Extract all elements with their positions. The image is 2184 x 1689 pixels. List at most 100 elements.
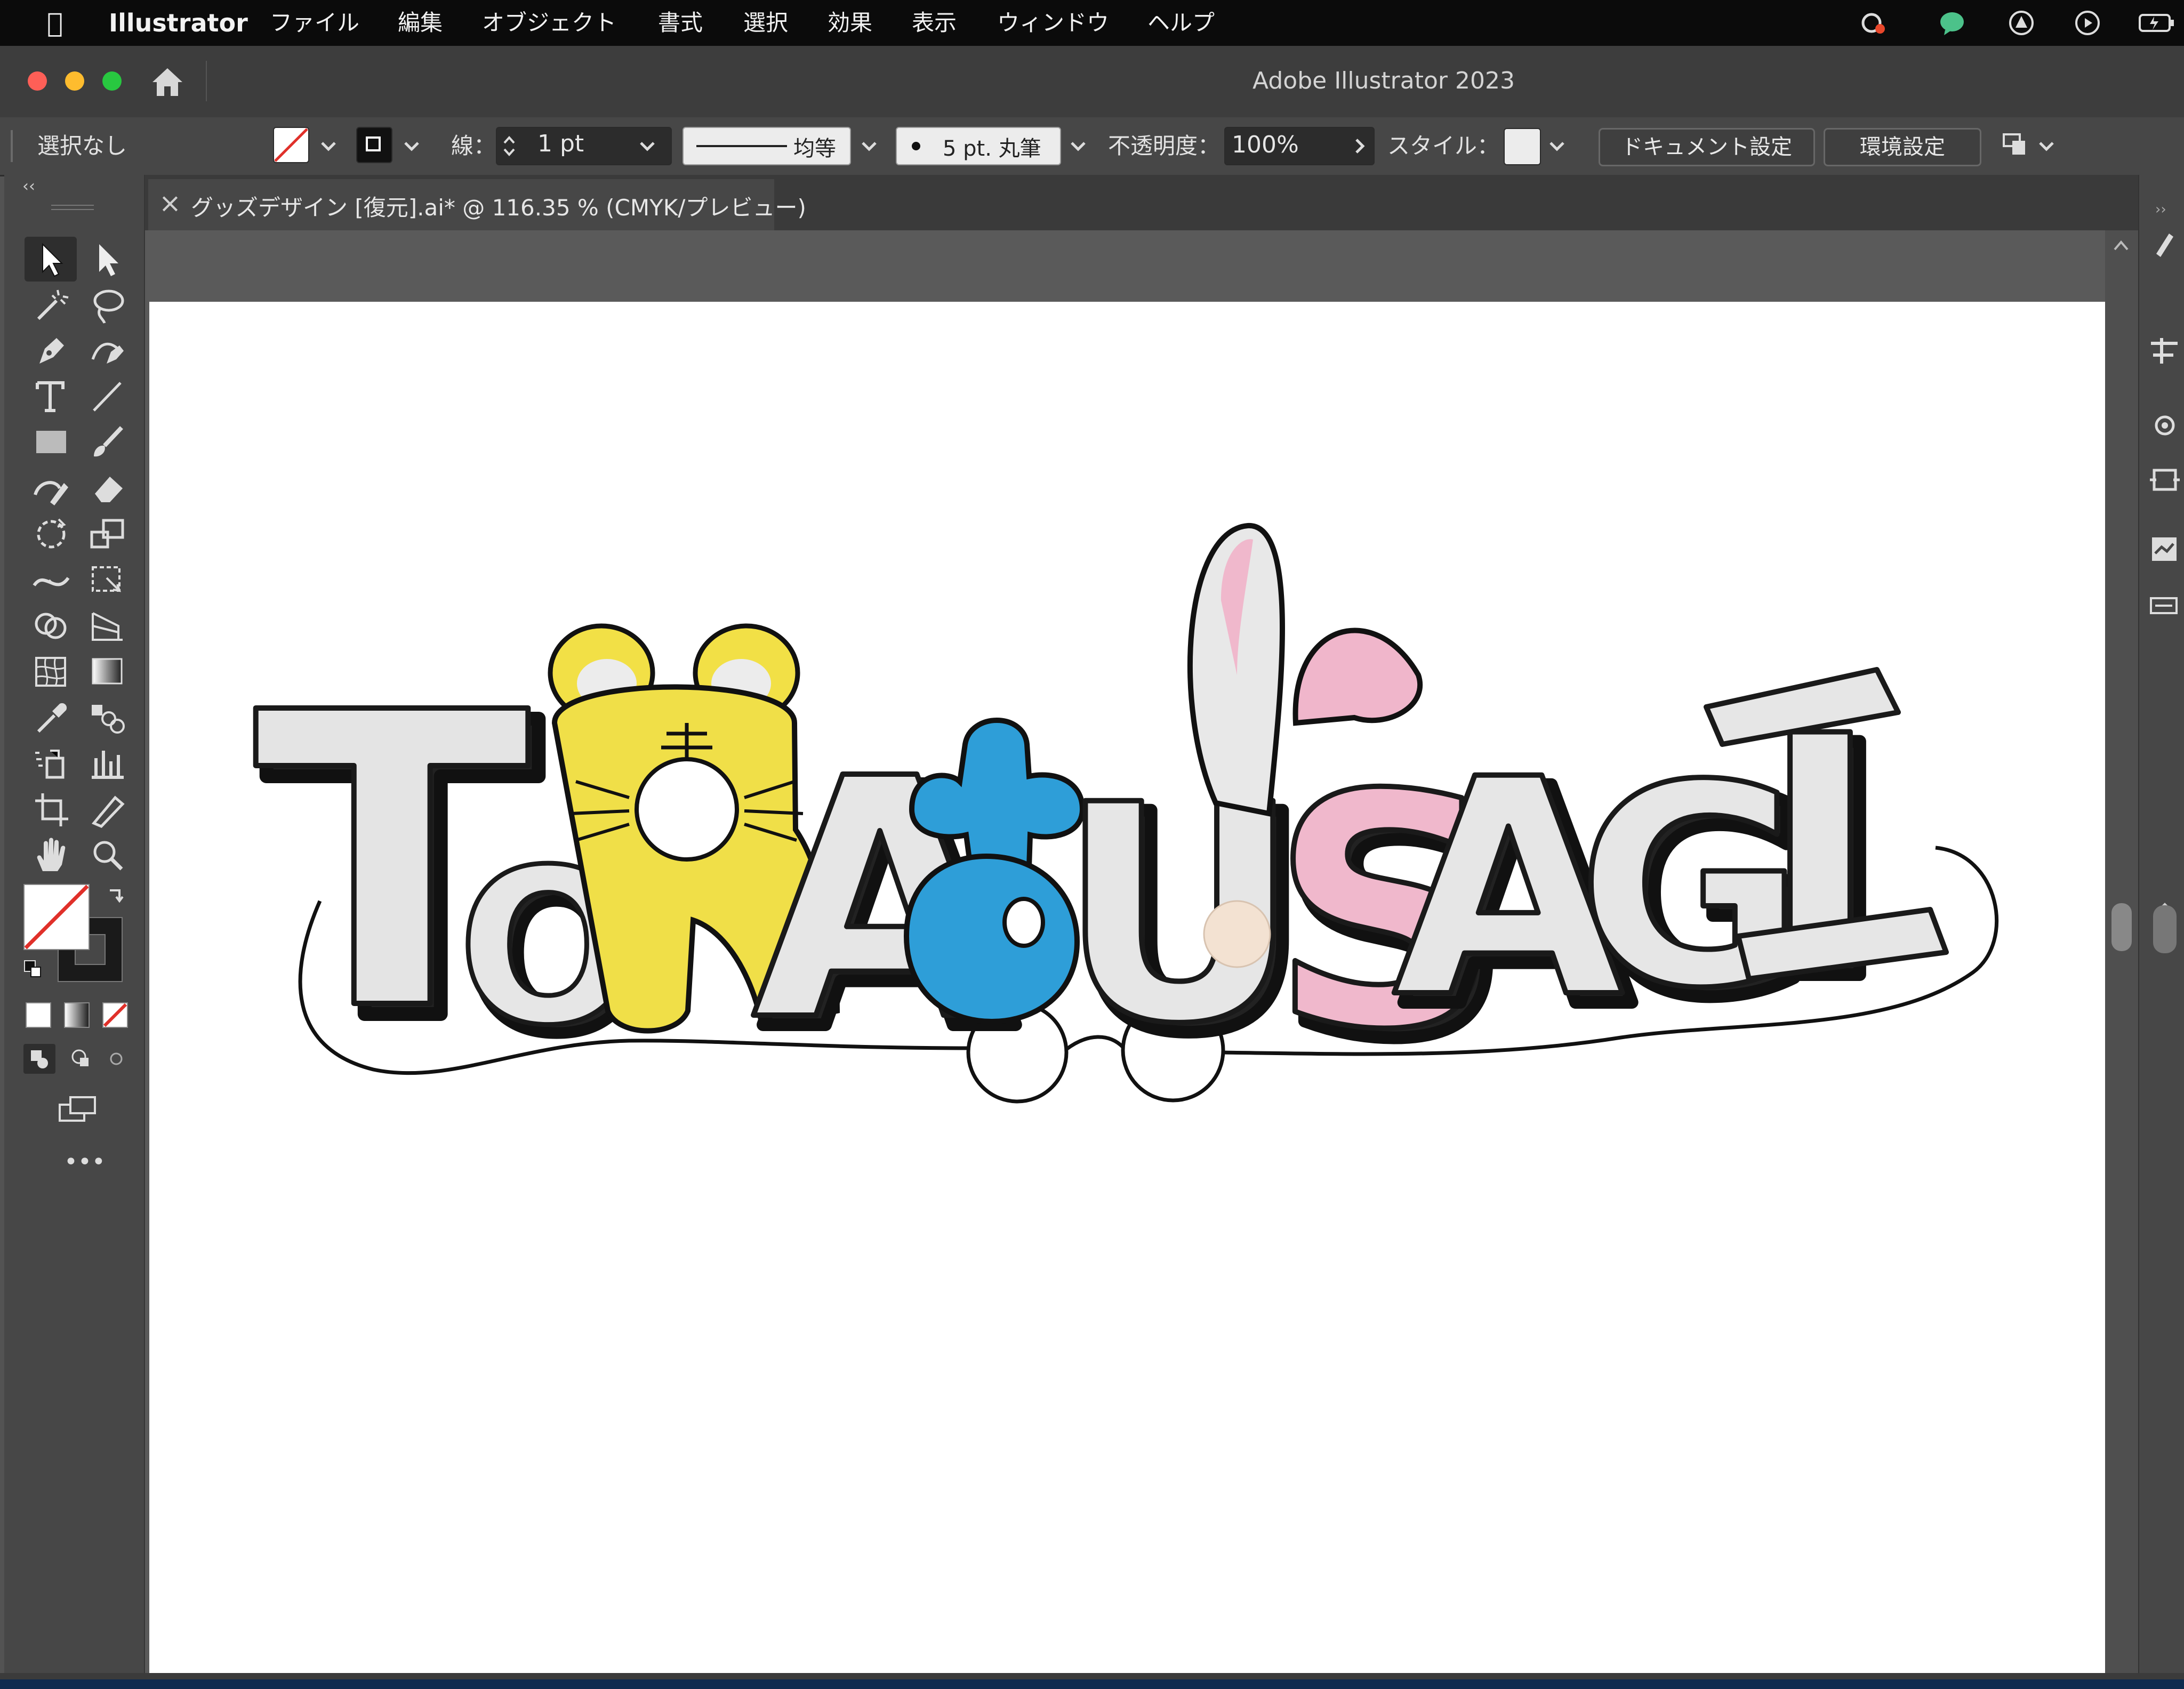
collapse-panel-icon[interactable]: ‹‹ (22, 177, 35, 196)
preferences-button[interactable]: 環境設定 (1824, 128, 1981, 166)
artboard-tool[interactable] (29, 788, 74, 831)
document-tab[interactable]: × グッズデザイン [復元].ai* @ 116.35 % (CMYK/プレビュ… (148, 179, 806, 230)
stroke-label: 線： (451, 133, 496, 159)
fill-color-box-front[interactable] (23, 884, 90, 950)
selection-status: 選択なし (37, 133, 127, 159)
align-panel-icon[interactable] (2146, 335, 2183, 367)
chevron-right-icon[interactable] (1349, 135, 1370, 157)
scale-tool[interactable] (85, 513, 130, 556)
direct-selection-tool[interactable] (85, 238, 130, 280)
menu-view[interactable]: 表示 (912, 0, 957, 46)
zoom-tool[interactable] (85, 834, 130, 876)
menu-window[interactable]: ウィンドウ (997, 0, 1109, 46)
menu-file[interactable]: ファイル (270, 0, 359, 46)
chevron-down-icon[interactable] (1546, 135, 1568, 157)
chevron-down-icon[interactable] (2036, 135, 2057, 157)
menu-help[interactable]: ヘルプ (1147, 0, 1215, 46)
menu-effect[interactable]: 効果 (828, 0, 872, 46)
menu-object[interactable]: オブジェクト (482, 0, 616, 46)
draw-normal-button[interactable] (23, 1044, 55, 1074)
screen-mode-icon[interactable] (55, 1092, 100, 1129)
rectangle-tool[interactable] (29, 421, 74, 464)
free-transform-tool[interactable] (85, 559, 130, 601)
libraries-panel-icon[interactable] (2146, 532, 2183, 566)
draw-inside-icon[interactable] (106, 1048, 127, 1069)
blend-tool[interactable] (85, 696, 130, 739)
grip-handle[interactable] (51, 205, 94, 210)
app-menu[interactable]: Illustrator (109, 0, 248, 46)
stroke-weight-field[interactable]: 1 pt (496, 127, 672, 165)
wordmark[interactable]: T T O O A A U U S S A A G G I I (251, 522, 1949, 1117)
tools-panel: ‹‹ ••• (4, 175, 145, 1685)
more-tools-icon[interactable]: ••• (64, 1148, 106, 1176)
symbols-panel-icon[interactable] (2146, 591, 2183, 620)
apple-icon[interactable]:  (47, 0, 63, 46)
gradient-tool[interactable] (85, 650, 130, 693)
play-circle-icon[interactable] (2074, 10, 2101, 36)
color-mode-button[interactable] (26, 1002, 51, 1028)
shape-builder-tool[interactable] (29, 605, 74, 647)
scroll-up-arrow-icon[interactable] (2110, 236, 2132, 255)
chevron-down-icon[interactable] (401, 135, 422, 157)
slice-tool[interactable] (85, 788, 130, 831)
vertical-scrollbar-thumb[interactable] (2153, 905, 2177, 953)
grip-handle[interactable] (11, 130, 13, 162)
transform-panel-icon[interactable] (2146, 463, 2183, 497)
menu-edit[interactable]: 編集 (398, 0, 443, 46)
opacity-field[interactable]: 100% (1224, 127, 1375, 165)
bunny-tail[interactable] (1203, 900, 1271, 968)
chevron-down-icon[interactable] (858, 135, 880, 157)
mesh-tool[interactable] (29, 650, 74, 693)
draw-behind-icon[interactable] (68, 1046, 94, 1072)
curvature-tool[interactable] (85, 329, 130, 372)
chevron-down-icon[interactable] (637, 135, 658, 157)
vertical-scrollbar-track[interactable] (2105, 230, 2138, 1673)
swap-fill-stroke-icon[interactable] (106, 884, 127, 905)
column-graph-tool[interactable] (85, 742, 130, 785)
eyedropper-tool[interactable] (29, 696, 74, 739)
battery-icon (2139, 14, 2174, 32)
user-sync-icon[interactable] (2008, 10, 2035, 36)
brush-definition-dropdown[interactable]: 5 pt. 丸筆 (896, 127, 1061, 165)
menu-type[interactable]: 書式 (658, 0, 703, 46)
chat-icon[interactable] (1939, 10, 1965, 36)
stroke-profile-dropdown[interactable]: 均等 (682, 127, 851, 165)
none-mode-button[interactable] (102, 1002, 128, 1028)
canvas-scroll-thumb[interactable] (2111, 903, 2132, 951)
chevron-down-icon[interactable] (318, 135, 339, 157)
selection-tool[interactable] (29, 238, 74, 280)
magic-wand-tool[interactable] (29, 284, 74, 326)
width-tool[interactable] (29, 559, 74, 601)
line-segment-tool[interactable] (85, 375, 130, 418)
creative-cloud-icon[interactable] (1860, 10, 1886, 36)
chevron-down-icon[interactable] (1067, 135, 1089, 157)
appearance-panel-icon[interactable] (2146, 409, 2183, 441)
stepper-icon[interactable] (501, 133, 517, 159)
type-tool[interactable] (29, 375, 74, 418)
rotate-tool[interactable] (29, 513, 74, 556)
fill-swatch[interactable] (273, 127, 309, 163)
gradient-mode-button[interactable] (64, 1002, 90, 1028)
right-panel-dock: ›› (2138, 175, 2184, 1685)
close-icon[interactable]: × (159, 188, 181, 219)
style-label: スタイル： (1387, 133, 1500, 159)
shaper-tool[interactable] (29, 467, 74, 510)
hand-tool[interactable] (29, 834, 74, 876)
brush-panel-icon[interactable] (2146, 226, 2183, 258)
collapse-panel-icon[interactable]: ›› (2155, 202, 2166, 218)
default-fill-stroke-icon[interactable] (22, 959, 44, 980)
paintbrush-tool[interactable] (85, 421, 130, 464)
opacity-value: 100% (1232, 131, 1299, 158)
symbol-sprayer-tool[interactable] (29, 742, 74, 785)
stroke-swatch[interactable] (356, 127, 392, 163)
document-setup-button[interactable]: ドキュメント設定 (1599, 128, 1815, 166)
arrange-documents-icon[interactable] (2001, 130, 2035, 162)
artwork-canvas[interactable]: T T O O A A U U S S A A G G I I (149, 302, 2105, 1673)
perspective-grid-tool[interactable] (85, 605, 130, 647)
graphic-style-swatch[interactable] (1504, 128, 1541, 165)
pen-tool[interactable] (29, 329, 74, 372)
eraser-tool[interactable] (85, 467, 130, 510)
menu-select[interactable]: 選択 (743, 0, 788, 46)
stroke-profile-label: 均等 (793, 136, 836, 161)
lasso-tool[interactable] (85, 284, 130, 326)
